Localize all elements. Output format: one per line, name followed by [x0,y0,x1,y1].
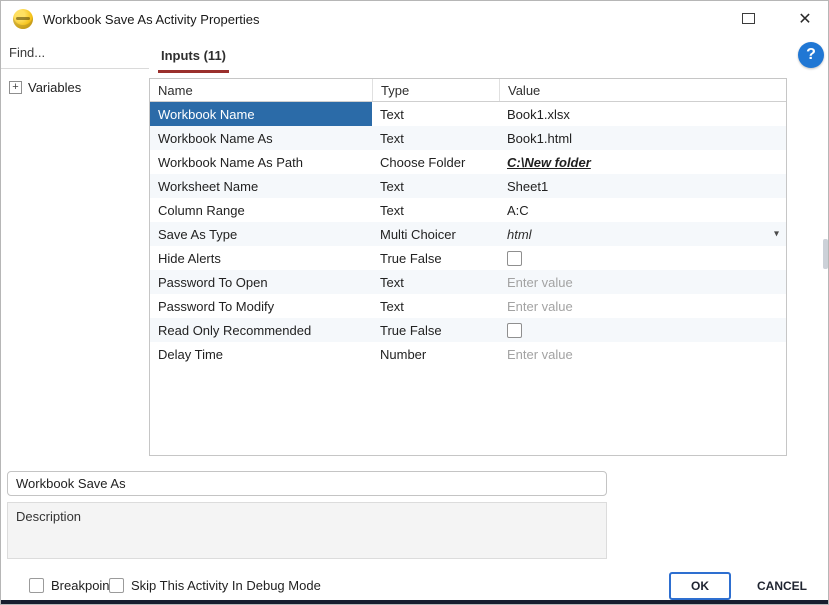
row-value-cell[interactable]: A:C [499,198,786,222]
close-icon: ✕ [798,9,811,29]
checkbox-icon[interactable] [29,578,44,593]
table-row[interactable]: Read Only Recommended True False [150,318,786,342]
row-type-cell: Choose Folder [372,150,499,174]
table-row[interactable]: Column Range Text A:C [150,198,786,222]
activity-name-input[interactable] [7,471,607,496]
row-type-cell: Text [372,294,499,318]
row-name-cell[interactable]: Password To Modify [150,294,372,318]
row-type-cell: True False [372,318,499,342]
row-value-cell[interactable] [499,318,786,342]
column-header-value: Value [499,79,786,101]
ok-button[interactable]: OK [669,572,731,600]
row-type-cell: Text [372,102,499,126]
row-type-cell: Multi Choicer [372,222,499,246]
window-bottom-edge [1,600,828,604]
row-value-cell[interactable]: Enter value [499,270,786,294]
row-name-cell[interactable]: Workbook Name As Path [150,150,372,174]
row-value-cell[interactable]: Book1.html [499,126,786,150]
row-name-cell[interactable]: Delay Time [150,342,372,366]
tree-expander-icon[interactable]: + [9,81,22,94]
tree-item-variables[interactable]: + Variables [1,69,149,95]
table-row[interactable]: Workbook Name As Path Choose Folder C:\N… [150,150,786,174]
dropdown-arrow-icon[interactable]: ▾ [774,229,779,240]
row-type-cell: Text [372,270,499,294]
value-text[interactable]: Book1.xlsx [507,107,570,122]
table-row[interactable]: Worksheet Name Text Sheet1 [150,174,786,198]
tree-item-label: Variables [28,80,81,95]
value-text[interactable]: A:C [507,203,529,218]
row-value-cell[interactable]: Enter value [499,342,786,366]
checkbox-icon[interactable] [109,578,124,593]
table-row[interactable]: Hide Alerts True False [150,246,786,270]
row-name-cell[interactable]: Workbook Name [150,102,372,126]
row-name-cell[interactable]: Column Range [150,198,372,222]
value-checkbox[interactable] [507,251,522,266]
table-row[interactable]: Password To Open Text Enter value [150,270,786,294]
value-text[interactable]: Book1.html [507,131,572,146]
description-label: Description [16,509,81,524]
find-label: Find... [9,45,45,60]
bee-app-icon [13,9,33,29]
maximize-button[interactable] [742,13,755,24]
table-row[interactable]: Delay Time Number Enter value [150,342,786,366]
table-row[interactable]: Workbook Name Text Book1.xlsx [150,102,786,126]
description-box[interactable]: Description [7,502,607,559]
cancel-button[interactable]: CANCEL [741,572,823,600]
tab-inputs[interactable]: Inputs (11) [158,48,229,73]
table-body: Workbook Name Text Book1.xlsx Workbook N… [150,102,786,366]
value-placeholder[interactable]: Enter value [507,347,573,362]
window-title: Workbook Save As Activity Properties [43,12,260,27]
row-name-cell[interactable]: Worksheet Name [150,174,372,198]
row-name-cell[interactable]: Save As Type [150,222,372,246]
breakpoint-label[interactable]: Breakpoint [51,578,113,593]
value-dropdown[interactable]: html [507,227,532,242]
value-placeholder[interactable]: Enter value [507,299,573,314]
row-value-cell[interactable]: C:\New folder [499,150,786,174]
properties-table: Name Type Value Workbook Name Text Book1… [149,78,787,456]
value-text[interactable]: Sheet1 [507,179,548,194]
dialog-window: Workbook Save As Activity Properties ✕ F… [0,0,829,605]
find-input[interactable]: Find... [1,37,149,69]
skip-debug-label[interactable]: Skip This Activity In Debug Mode [131,578,321,593]
title-bar: Workbook Save As Activity Properties [1,1,828,37]
sidebar: Find... + Variables [1,37,149,461]
row-value-cell[interactable] [499,246,786,270]
row-type-cell: Text [372,198,499,222]
help-button[interactable]: ? [798,42,824,68]
table-row[interactable]: Save As Type Multi Choicer html ▾ [150,222,786,246]
row-type-cell: Text [372,174,499,198]
row-type-cell: Number [372,342,499,366]
row-value-cell[interactable]: Sheet1 [499,174,786,198]
value-checkbox[interactable] [507,323,522,338]
row-name-cell[interactable]: Read Only Recommended [150,318,372,342]
close-button[interactable]: ✕ [794,8,816,30]
table-row[interactable]: Password To Modify Text Enter value [150,294,786,318]
skip-debug-checkbox[interactable]: Skip This Activity In Debug Mode [109,578,321,593]
breakpoint-checkbox[interactable]: Breakpoint [29,578,113,593]
question-icon: ? [806,46,816,64]
column-header-name: Name [150,79,372,101]
row-type-cell: True False [372,246,499,270]
value-link[interactable]: C:\New folder [507,155,591,170]
row-value-cell[interactable]: html ▾ [499,222,786,246]
value-placeholder[interactable]: Enter value [507,275,573,290]
row-name-cell[interactable]: Password To Open [150,270,372,294]
column-header-type: Type [372,79,499,101]
row-name-cell[interactable]: Hide Alerts [150,246,372,270]
row-value-cell[interactable]: Book1.xlsx [499,102,786,126]
row-value-cell[interactable]: Enter value [499,294,786,318]
row-name-cell[interactable]: Workbook Name As [150,126,372,150]
row-type-cell: Text [372,126,499,150]
table-row[interactable]: Workbook Name As Text Book1.html [150,126,786,150]
scrollbar-thumb[interactable] [823,239,828,269]
table-header: Name Type Value [150,79,786,102]
